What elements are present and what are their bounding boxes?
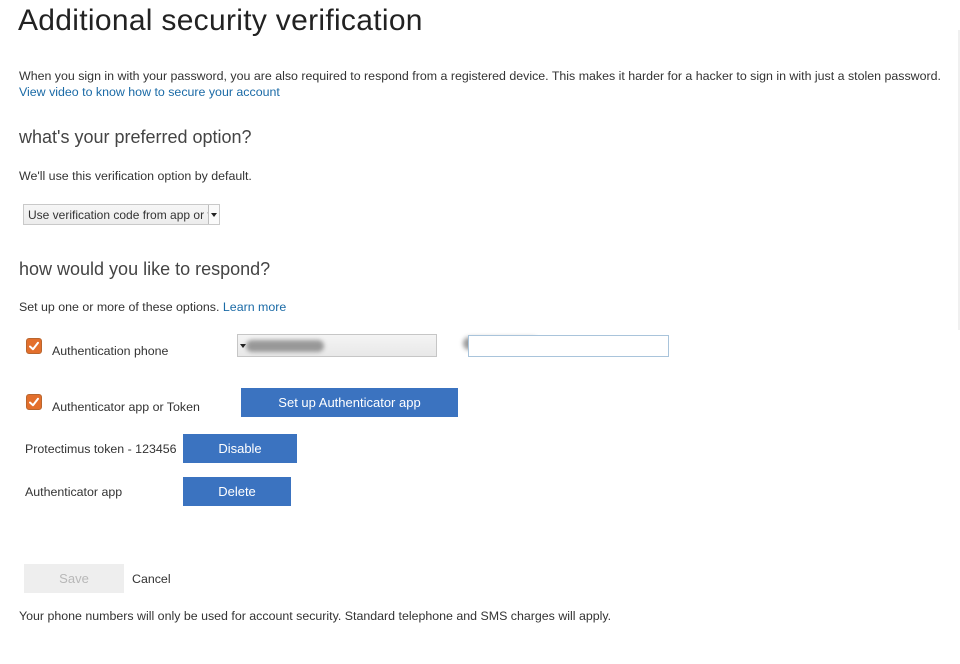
intro-text: When you sign in with your password, you… xyxy=(19,69,941,83)
respond-description-line: Set up one or more of these options. Lea… xyxy=(19,300,286,314)
respond-heading: how would you like to respond? xyxy=(19,259,271,279)
country-code-select[interactable] xyxy=(237,334,437,357)
learn-more-link[interactable]: Learn more xyxy=(223,300,286,314)
preferred-option-select-value: Use verification code from app or token xyxy=(28,208,220,222)
device-label-protectimus: Protectimus token - 123456 xyxy=(25,442,177,456)
save-button[interactable]: Save xyxy=(24,564,124,593)
auth-app-label: Authenticator app or Token xyxy=(52,400,200,414)
phone-number-input[interactable] xyxy=(468,335,669,357)
preferred-option-heading: what's your preferred option? xyxy=(19,127,252,147)
cancel-link[interactable]: Cancel xyxy=(132,572,171,586)
disable-token-button[interactable]: Disable xyxy=(183,434,297,463)
page-title: Additional security verification xyxy=(18,4,423,37)
device-label-authenticator: Authenticator app xyxy=(25,485,123,499)
preferred-option-description: We'll use this verification option by de… xyxy=(19,169,252,183)
checkmark-icon xyxy=(29,341,39,351)
auth-phone-label: Authentication phone xyxy=(52,344,169,358)
footer-note: Your phone numbers will only be used for… xyxy=(19,609,612,623)
respond-description: Set up one or more of these options. xyxy=(19,300,220,314)
auth-phone-checkbox[interactable] xyxy=(26,338,42,354)
setup-authenticator-button[interactable]: Set up Authenticator app xyxy=(241,388,458,417)
checkmark-icon xyxy=(29,397,39,407)
delete-authenticator-button[interactable]: Delete xyxy=(183,477,291,506)
dropdown-arrow-icon xyxy=(208,205,219,224)
intro-block: When you sign in with your password, you… xyxy=(19,68,941,100)
auth-app-checkbox[interactable] xyxy=(26,394,42,410)
intro-video-link[interactable]: View video to know how to secure your ac… xyxy=(19,85,280,99)
redacted-country-value xyxy=(246,340,324,352)
preferred-option-select[interactable]: Use verification code from app or token xyxy=(23,204,220,225)
